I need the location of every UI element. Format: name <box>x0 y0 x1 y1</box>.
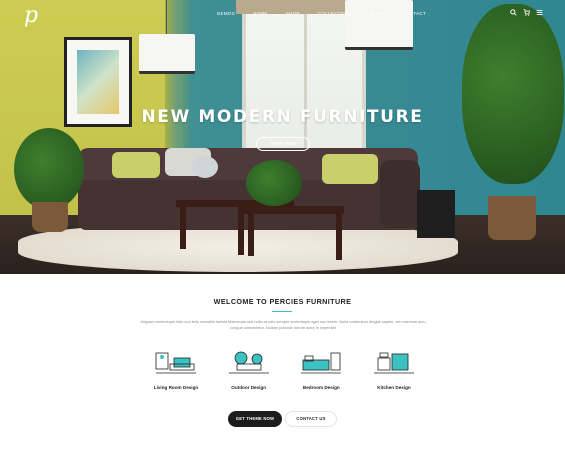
table-leg <box>336 214 342 260</box>
category-label: Kitchen Design <box>377 385 411 390</box>
speaker <box>417 190 455 238</box>
nav-item-demos[interactable]: Demos <box>208 11 244 17</box>
nav-item-collections[interactable]: Collections <box>309 11 362 17</box>
pendant-lamp <box>139 34 195 74</box>
main-nav: Demos Home Shop Collections Blog Contact <box>208 11 435 17</box>
header-icons <box>510 9 543 19</box>
nav-item-blog[interactable]: Blog <box>362 11 394 17</box>
nav-item-home[interactable]: Home <box>244 11 277 17</box>
category-label: Living Room Design <box>153 385 199 390</box>
right-plant-pot <box>488 196 536 240</box>
coffee-table-top <box>244 206 344 214</box>
site-logo[interactable]: p <box>24 5 42 27</box>
category-item-outdoor[interactable]: Outdoor Design <box>213 350 285 390</box>
living-room-icon <box>155 352 196 374</box>
category-item-kitchen[interactable]: Kitchen Design <box>358 350 430 390</box>
nav-item-contact[interactable]: Contact <box>393 11 435 17</box>
bedroom-icon <box>301 352 342 374</box>
table-leg <box>248 214 254 256</box>
pendant-lamp <box>345 0 413 50</box>
heading-divider <box>272 311 292 312</box>
lamp-cord <box>166 0 167 34</box>
sofa-pillow <box>192 156 218 178</box>
category-item-living-room[interactable]: Living Room Design <box>140 350 212 390</box>
get-theme-button[interactable]: GET THEME NOW <box>228 411 282 427</box>
table-leg <box>180 207 186 249</box>
menu-icon[interactable] <box>536 9 543 19</box>
table-leg <box>238 207 244 255</box>
welcome-heading: WELCOME TO PERCIES FURNITURE <box>213 297 352 306</box>
category-label: Bedroom Design <box>302 385 340 390</box>
welcome-description: Aliquam scelerisque felis non felis conv… <box>140 319 426 330</box>
left-plant <box>14 128 84 210</box>
right-plant <box>462 4 564 184</box>
sofa-pillow <box>112 152 160 178</box>
hero-title: NEW MODERN FURNITURE <box>141 107 424 127</box>
sofa-arm <box>380 160 420 228</box>
kitchen-icon <box>373 352 414 374</box>
category-list: Living Room Design Outdoor Design Bedroo… <box>140 350 430 390</box>
nav-item-shop[interactable]: Shop <box>277 11 309 17</box>
shop-now-button[interactable]: SHOP NOW <box>256 137 310 151</box>
category-label: Outdoor Design <box>231 385 267 390</box>
left-plant-pot <box>32 202 68 232</box>
table-plant <box>246 160 302 206</box>
sofa-pillow <box>322 154 378 184</box>
contact-us-button[interactable]: CONTACT US <box>285 411 337 427</box>
cart-icon[interactable] <box>523 9 530 19</box>
category-item-bedroom[interactable]: Bedroom Design <box>285 350 357 390</box>
search-icon[interactable] <box>510 9 517 19</box>
outdoor-icon <box>228 351 269 374</box>
